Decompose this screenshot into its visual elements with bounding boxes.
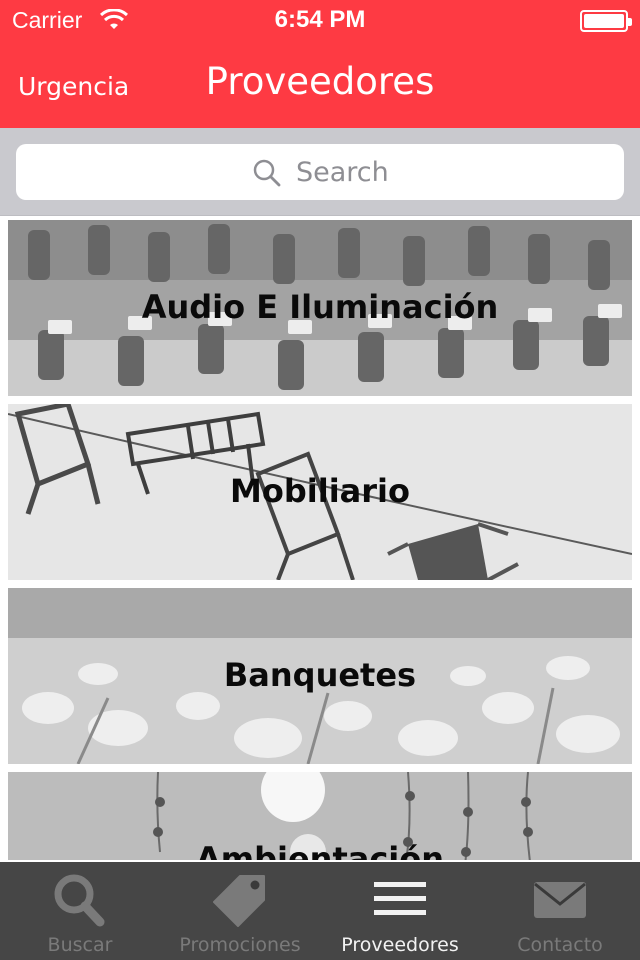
tab-buscar[interactable]: Buscar — [0, 862, 160, 960]
category-mobiliario[interactable]: Mobiliario — [8, 404, 632, 580]
tab-bar: Buscar Promociones Proveedores Contacto — [0, 862, 640, 960]
category-audio-iluminacion[interactable]: Audio E Iluminación — [8, 220, 632, 396]
page-title: Proveedores — [205, 60, 435, 103]
tab-label: Proveedores — [341, 934, 459, 956]
search-icon — [54, 874, 105, 927]
tab-label: Buscar — [47, 934, 113, 956]
category-label: Ambientación — [195, 840, 445, 860]
list-icon — [374, 882, 426, 915]
category-banquetes[interactable]: Banquetes — [8, 588, 632, 764]
search-input[interactable] — [296, 154, 596, 190]
category-label: Audio E Iluminación — [141, 288, 499, 326]
tag-icon — [213, 875, 265, 927]
category-label: Mobiliario — [230, 472, 410, 510]
tab-promociones[interactable]: Promociones — [160, 862, 320, 960]
search-icon — [253, 159, 281, 187]
tab-label: Contacto — [517, 934, 603, 956]
tab-label: Promociones — [179, 934, 301, 956]
category-label: Banquetes — [223, 656, 417, 694]
status-time: 6:54 PM — [274, 6, 366, 33]
tab-contacto[interactable]: Contacto — [480, 862, 640, 960]
navigation-header: Carrier 6:54 PM Urgencia Proveedores — [0, 0, 640, 128]
category-ambientacion[interactable]: Ambientación — [8, 772, 632, 860]
tab-proveedores[interactable]: Proveedores — [320, 862, 480, 960]
search-field[interactable] — [16, 144, 624, 200]
category-list[interactable]: Audio E Iluminación Mobiliario Banquetes… — [0, 216, 640, 860]
status-bar: Carrier 6:54 PM — [0, 0, 640, 40]
search-bar — [0, 128, 640, 216]
battery-icon — [580, 10, 632, 32]
envelope-icon — [534, 882, 586, 918]
